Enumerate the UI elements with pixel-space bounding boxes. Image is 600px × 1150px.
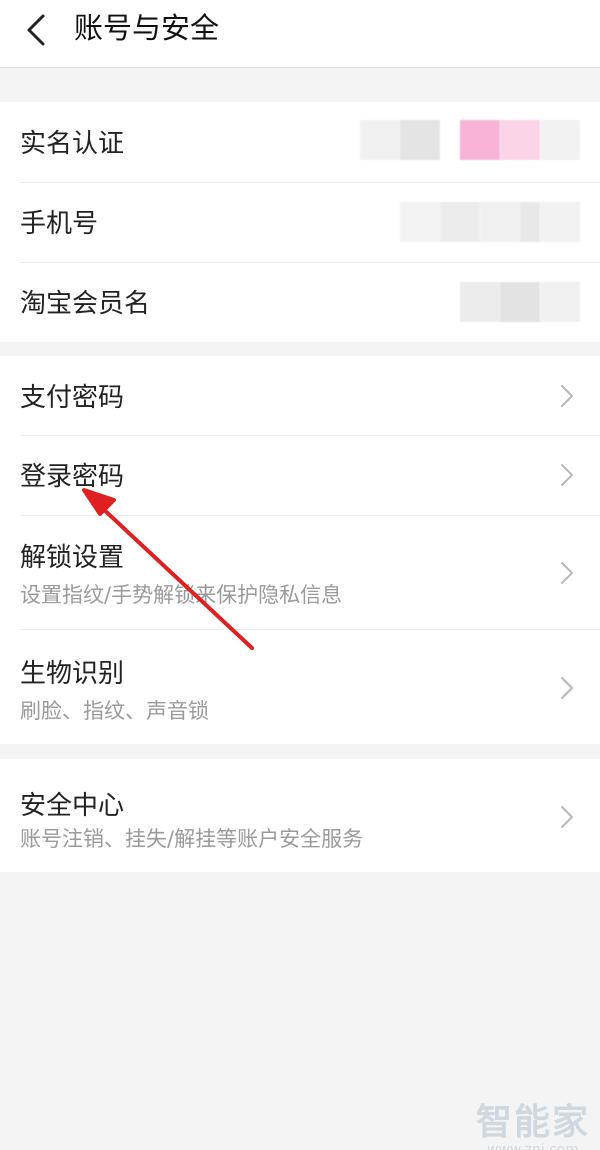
- chevron-right-icon: [561, 806, 573, 828]
- account-security-page: 账号与安全 实名认证 手机号 淘宝会员名 支付密码 登录密码 解锁设置 设置指纹…: [0, 0, 600, 1150]
- pay-password-row[interactable]: 支付密码: [0, 356, 600, 435]
- biometric-row[interactable]: 生物识别 刷脸、指纹、声音锁: [0, 629, 600, 744]
- biometric-label: 生物识别: [20, 659, 125, 689]
- identity-group: 实名认证 手机号 淘宝会员名: [0, 102, 600, 342]
- taobao-member-value-redacted: [460, 282, 580, 322]
- taobao-member-label: 淘宝会员名: [20, 289, 151, 319]
- chevron-right-icon: [561, 464, 573, 486]
- phone-row[interactable]: 手机号: [0, 182, 600, 262]
- top-bar: 账号与安全: [0, 0, 600, 68]
- biometric-description: 刷脸、指纹、声音锁: [20, 699, 209, 723]
- password-group: 支付密码 登录密码 解锁设置 设置指纹/手势解锁来保护隐私信息 生物识别 刷脸、…: [0, 356, 600, 744]
- unlock-settings-description: 设置指纹/手势解锁来保护隐私信息: [20, 583, 343, 607]
- phone-label: 手机号: [20, 209, 99, 239]
- security-center-group: 安全中心 账号注销、挂失/解挂等账户安全服务: [0, 759, 600, 872]
- phone-value-redacted: [400, 202, 580, 242]
- login-password-row[interactable]: 登录密码: [0, 435, 600, 515]
- chevron-right-icon: [561, 677, 573, 699]
- chevron-right-icon: [561, 562, 573, 584]
- chevron-right-icon: [561, 385, 573, 407]
- security-center-label: 安全中心: [20, 791, 125, 821]
- real-name-value-redacted: [360, 120, 580, 160]
- watermark-url: www.znj.com: [487, 1142, 579, 1150]
- real-name-row[interactable]: 实名认证: [0, 102, 600, 182]
- chevron-left-icon: [27, 14, 45, 46]
- watermark: 智能家 www.znj.com: [476, 1104, 590, 1150]
- security-center-row[interactable]: 安全中心 账号注销、挂失/解挂等账户安全服务: [0, 759, 600, 872]
- pay-password-label: 支付密码: [20, 383, 125, 413]
- login-password-label: 登录密码: [20, 462, 125, 492]
- watermark-brand: 智能家: [475, 1102, 590, 1143]
- real-name-label: 实名认证: [20, 129, 125, 159]
- unlock-settings-label: 解锁设置: [20, 543, 125, 573]
- security-center-description: 账号注销、挂失/解挂等账户安全服务: [20, 827, 364, 851]
- unlock-settings-row[interactable]: 解锁设置 设置指纹/手势解锁来保护隐私信息: [0, 515, 600, 629]
- back-button[interactable]: [16, 10, 60, 54]
- page-title: 账号与安全: [74, 11, 220, 45]
- taobao-member-row[interactable]: 淘宝会员名: [0, 262, 600, 342]
